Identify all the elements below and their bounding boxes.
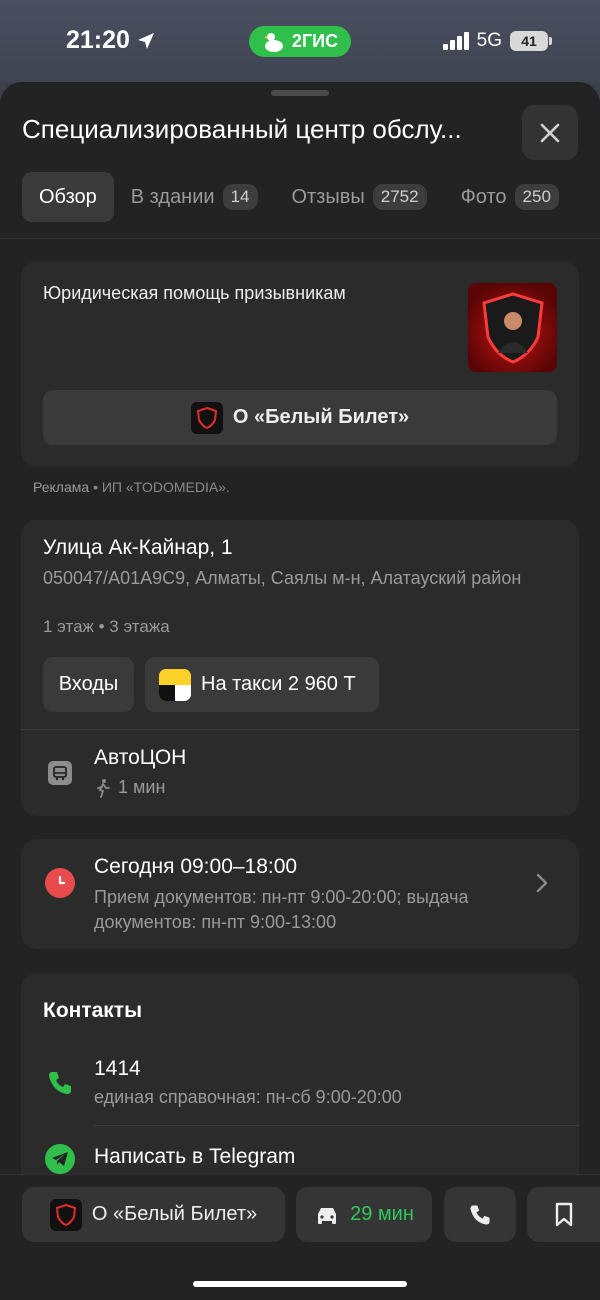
transit-stop-name[interactable]: АвтоЦОН — [94, 746, 186, 770]
telegram-icon — [45, 1144, 75, 1174]
contacts-title: Контакты — [43, 999, 143, 1022]
cellular-signal-icon — [442, 32, 469, 50]
battery-icon: 41 — [510, 31, 552, 51]
taxi-label: На такси 2 960 Т — [201, 673, 356, 695]
clock-icon — [45, 868, 75, 898]
route-button[interactable]: 29 мин — [296, 1187, 432, 1242]
app-badge[interactable]: 2ГИС — [249, 26, 351, 57]
tab-overview[interactable]: Обзор — [22, 172, 114, 222]
ad-note-separator: • — [93, 479, 102, 495]
tab-count: 250 — [514, 184, 559, 210]
shield-logo-icon — [190, 401, 223, 434]
tab-count: 14 — [222, 184, 258, 210]
page-title: Специализированный центр обслу... — [22, 114, 462, 144]
hours-note: Прием документов: пн-пт 9:00-20:00; выда… — [94, 887, 469, 932]
phone-note: единая справочная: пн-сб 9:00-20:00 — [94, 1087, 402, 1107]
car-icon — [318, 1207, 337, 1224]
phone-icon — [49, 1072, 71, 1094]
ad-image[interactable] — [468, 283, 557, 372]
home-indicator[interactable] — [193, 1281, 407, 1287]
place-card-sheet: Специализированный центр обслу... Обзор … — [0, 82, 600, 1300]
tab-bar: Обзор В здании 14 Отзывы 2752 Фото 250 — [22, 172, 576, 222]
shield-logo-icon — [481, 291, 544, 364]
taxi-logo-icon — [159, 668, 191, 701]
divider — [21, 729, 579, 730]
ad-card[interactable]: Юридическая помощь призывникам О «Белый … — [21, 261, 579, 467]
hours-today: Сегодня 09:00–18:00 — [94, 855, 298, 878]
company-button[interactable]: О «Белый Билет» — [22, 1187, 285, 1242]
location-arrow-icon — [137, 32, 154, 49]
status-indicators: 5G 41 — [442, 30, 552, 52]
address-street[interactable]: Улица Ак-Кайнар, 1 — [43, 536, 233, 560]
entrances-label: Входы — [58, 673, 119, 695]
status-time-text: 21:20 — [66, 26, 130, 54]
app-badge-label: 2ГИС — [291, 31, 339, 51]
company-button-label: О «Белый Билет» — [91, 1203, 258, 1225]
tab-photos[interactable]: Фото 250 — [444, 172, 576, 222]
address-floors: 1 этаж • 3 этажа — [43, 617, 170, 636]
walk-time-text: 1 мин — [118, 777, 166, 797]
2gis-logo-icon — [264, 32, 283, 52]
status-time: 21:20 — [66, 26, 156, 55]
tab-label: В здании — [130, 185, 215, 208]
status-bar: 21:20 2ГИС 5G 41 — [0, 0, 600, 82]
battery-level: 41 — [521, 33, 537, 49]
address-details: 050047/A01A9C9, Алматы, Саялы м-н, Алата… — [43, 568, 522, 588]
ad-company-button[interactable]: О «Белый Билет» — [43, 390, 557, 445]
tab-label: Обзор — [39, 185, 97, 208]
hours-card[interactable]: Сегодня 09:00–18:00 Прием документов: пн… — [21, 839, 579, 949]
close-icon — [540, 123, 560, 142]
ad-disclaimer: Реклама • ИП «TODOMEDIA». — [33, 479, 230, 495]
route-time: 29 мин — [350, 1203, 414, 1225]
taxi-button[interactable]: На такси 2 960 Т — [145, 657, 379, 712]
tab-label: Фото — [460, 185, 507, 208]
ad-button-label: О «Белый Билет» — [232, 406, 410, 428]
close-button[interactable] — [522, 105, 578, 160]
bookmark-icon — [555, 1202, 572, 1226]
tabs-divider — [0, 238, 600, 239]
address-card: Улица Ак-Кайнар, 1 050047/A01A9C9, Алмат… — [21, 520, 579, 865]
chevron-right-icon[interactable] — [535, 872, 549, 894]
tab-label: Отзывы — [291, 185, 365, 208]
entrances-button[interactable]: Входы — [43, 657, 134, 712]
walk-icon — [97, 778, 110, 798]
transit-walk-time: 1 мин — [94, 777, 165, 798]
ad-note-prefix: Реклама — [33, 479, 90, 495]
tab-reviews[interactable]: Отзывы 2752 — [275, 172, 444, 222]
phone-icon — [470, 1204, 490, 1225]
shield-logo-icon — [49, 1198, 82, 1231]
tab-in-building[interactable]: В здании 14 — [114, 172, 275, 222]
tab-count: 2752 — [372, 184, 427, 210]
call-button[interactable] — [444, 1187, 516, 1242]
bus-icon — [48, 761, 72, 785]
telegram-link[interactable]: Написать в Telegram — [94, 1145, 295, 1169]
ad-text: Юридическая помощь призывникам — [43, 283, 346, 303]
phone-number[interactable]: 1414 — [94, 1057, 141, 1081]
sheet-grabber[interactable] — [271, 90, 329, 96]
divider — [94, 1125, 579, 1126]
ad-note-advertiser: ИП «TODOMEDIA». — [101, 479, 230, 495]
network-type: 5G — [476, 30, 502, 51]
bookmark-button[interactable] — [527, 1187, 600, 1242]
